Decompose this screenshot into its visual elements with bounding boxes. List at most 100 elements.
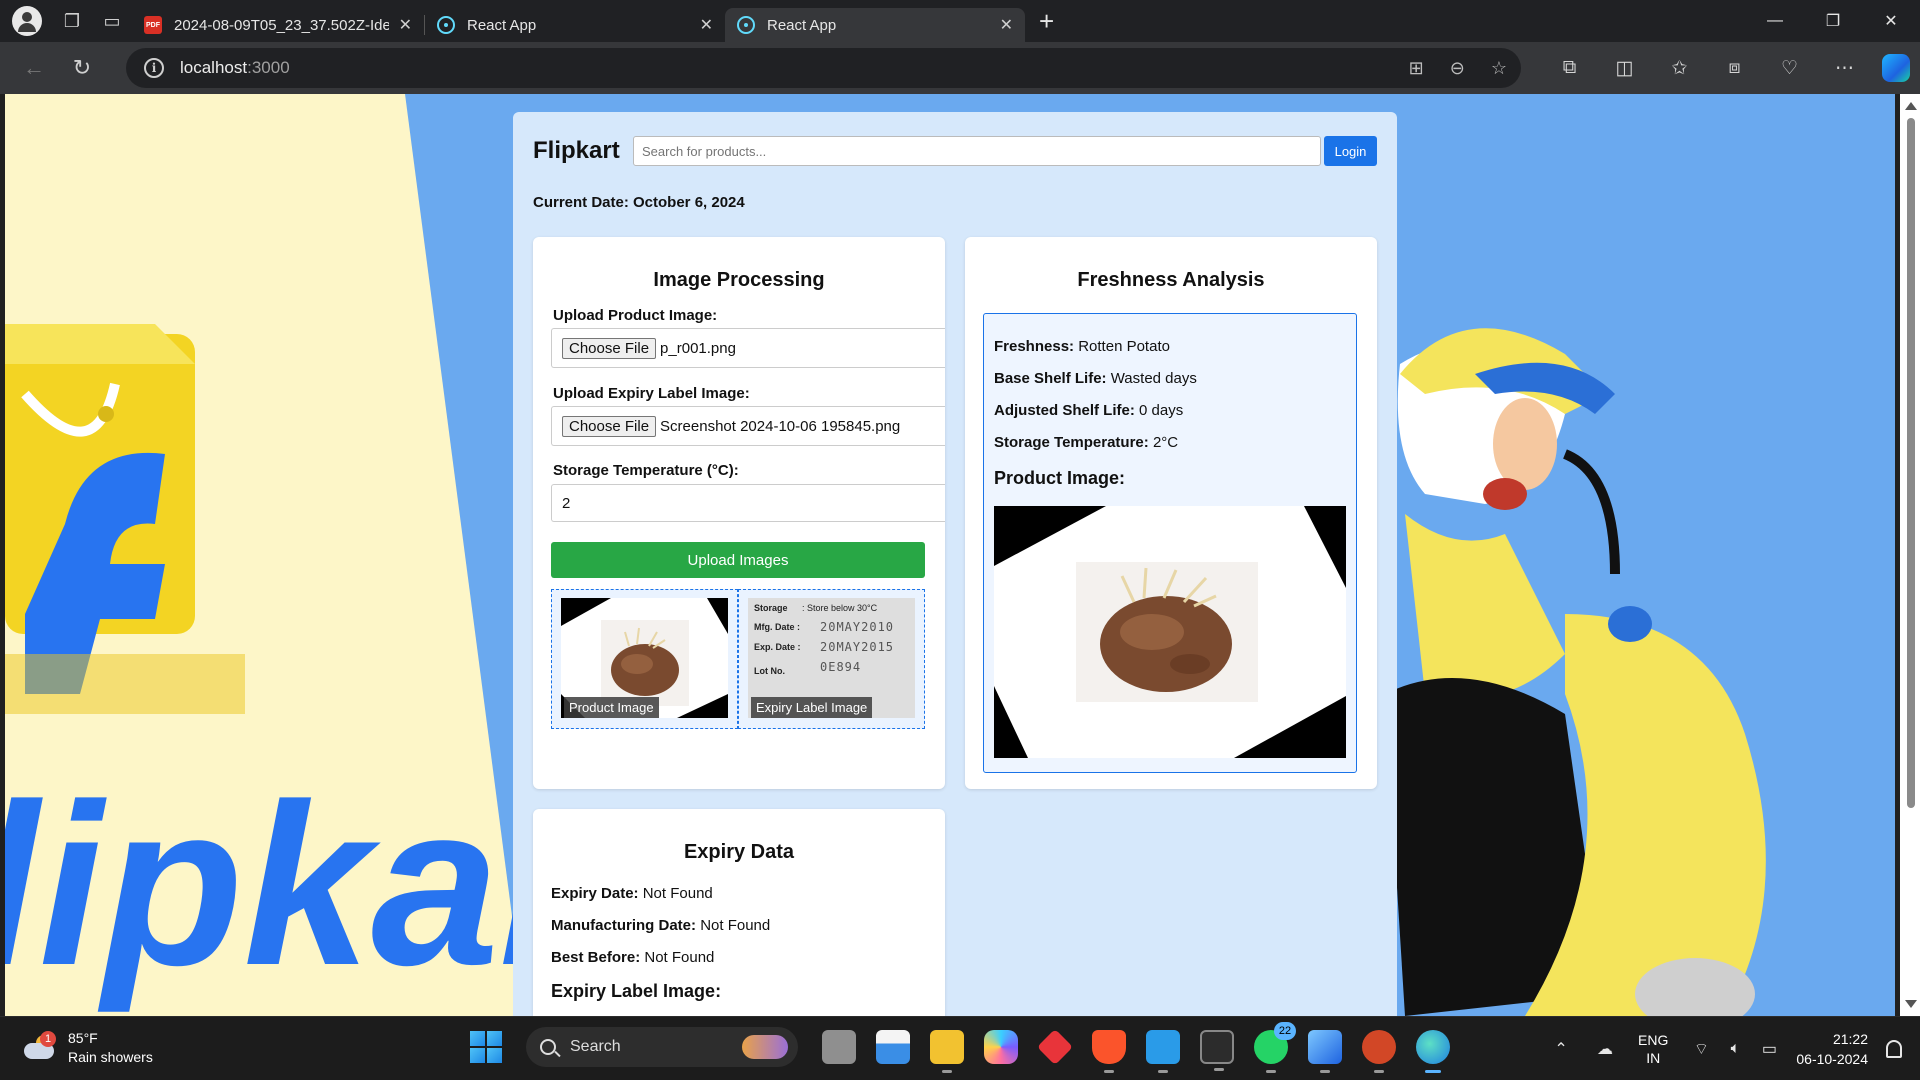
choose-file-button[interactable]: Choose File	[562, 415, 657, 437]
microsoft-store-icon[interactable]	[876, 1030, 910, 1064]
expiry-file-input[interactable]: Choose File Screenshot 2024-10-06 195845…	[551, 406, 945, 446]
clock[interactable]: 21:22 06-10-2024	[1796, 1029, 1868, 1069]
minimize-icon[interactable]: —	[1746, 0, 1804, 42]
freshness-row: Freshness: Rotten Potato	[994, 338, 1170, 355]
omnibox-actions: ⊞ ⊖ ☆	[1409, 48, 1507, 88]
powerpoint-icon[interactable]	[1362, 1030, 1396, 1073]
volume-icon[interactable]: 🔈︎	[1718, 1040, 1752, 1058]
scroll-up-icon[interactable]	[1905, 102, 1917, 110]
zoom-icon[interactable]: ⊖	[1450, 58, 1465, 79]
git-app-icon[interactable]	[1036, 1028, 1074, 1066]
label-lot-value: 0E894	[820, 660, 862, 674]
tab-react-app[interactable]: React App ✕	[425, 8, 725, 42]
freshness-result-box: Freshness: Rotten Potato Base Shelf Life…	[983, 313, 1357, 773]
best-before-value: Not Found	[644, 949, 715, 966]
label-mfg: Mfg. Date :	[754, 622, 800, 632]
workspaces-icon[interactable]: ❐	[52, 0, 92, 42]
app-container: Flipkart Login Current Date: October 6, …	[513, 112, 1397, 1016]
photos-icon[interactable]	[1308, 1030, 1342, 1073]
storage-temperature-key: Storage Temperature:	[994, 434, 1149, 451]
split-screen-icon[interactable]: ◫	[1597, 57, 1652, 80]
task-view-icon[interactable]	[822, 1030, 856, 1064]
close-icon[interactable]: ✕	[1000, 15, 1013, 35]
search-input[interactable]	[633, 136, 1321, 166]
scroll-down-icon[interactable]	[1905, 1000, 1917, 1008]
weather-temp: 85°F	[68, 1030, 98, 1046]
taskbar-apps: Search 22	[470, 1022, 1460, 1073]
show-hidden-icons[interactable]: ⌃	[1544, 1039, 1578, 1059]
close-window-icon[interactable]: ✕	[1862, 0, 1920, 42]
expiry-file-name: Screenshot 2024-10-06 195845.png	[660, 417, 901, 435]
url-text[interactable]: localhost:3000	[180, 58, 290, 78]
weather-desc: Rain showers	[68, 1049, 153, 1065]
storage-temp-label: Storage Temperature (°C):	[553, 462, 739, 479]
app-header: Flipkart Login	[533, 134, 1377, 168]
whatsapp-badge: 22	[1274, 1022, 1296, 1040]
expiry-date-value: Not Found	[642, 885, 713, 902]
restore-icon[interactable]: ❐	[1804, 0, 1862, 42]
new-tab-button[interactable]: +	[1039, 6, 1054, 37]
adjusted-shelf-life-value: 0 days	[1139, 402, 1184, 419]
system-tray: ⌃ ☁ ENG IN ⌔ 🔈︎ ▭ 21:22 06-10-2024	[1544, 1017, 1920, 1080]
more-icon[interactable]: ⋯	[1817, 57, 1872, 80]
wifi-icon[interactable]: ⌔	[1684, 1039, 1718, 1059]
extensions-icon[interactable]: ⧉	[1542, 57, 1597, 79]
battery-icon[interactable]: ▭	[1752, 1039, 1786, 1059]
expiry-thumbnail[interactable]: Storage : Store below 30°C Mfg. Date : 2…	[738, 589, 925, 729]
clock-date: 06-10-2024	[1796, 1051, 1868, 1067]
brave-icon[interactable]	[1092, 1030, 1126, 1073]
manufacturing-date-row: Manufacturing Date: Not Found	[551, 917, 770, 934]
profile-icon[interactable]	[12, 6, 42, 36]
page-scrollbar[interactable]	[1900, 94, 1920, 1016]
tab-react-app-active[interactable]: React App ✕	[725, 8, 1025, 42]
close-icon[interactable]: ✕	[700, 15, 713, 35]
collections-icon[interactable]: ⧈	[1707, 57, 1762, 79]
language-indicator[interactable]: ENG IN	[1638, 1031, 1668, 1067]
copilot-app-icon[interactable]	[984, 1030, 1018, 1064]
favorites-icon[interactable]: ✩	[1652, 57, 1707, 80]
search-highlight-icon	[742, 1035, 788, 1059]
search-icon	[540, 1039, 556, 1055]
current-date: Current Date: October 6, 2024	[533, 194, 745, 211]
copilot-icon[interactable]	[1882, 54, 1910, 82]
scroll-thumb[interactable]	[1907, 118, 1915, 808]
brand-logo[interactable]: Flipkart	[533, 137, 633, 165]
product-image	[994, 506, 1346, 758]
product-file-input[interactable]: Choose File p_r001.png	[551, 328, 945, 368]
product-thumbnail[interactable]: Product Image	[551, 589, 738, 729]
login-button[interactable]: Login	[1324, 136, 1377, 166]
base-shelf-life-value: Wasted days	[1110, 370, 1197, 387]
onedrive-icon[interactable]: ☁	[1588, 1039, 1622, 1059]
close-icon[interactable]: ✕	[399, 15, 412, 35]
url-host: localhost	[180, 58, 248, 77]
expiry-image-label: Upload Expiry Label Image:	[553, 385, 750, 402]
lang-line2: IN	[1646, 1050, 1661, 1066]
favorite-star-icon[interactable]: ☆	[1491, 58, 1507, 79]
tab-pdf[interactable]: PDF 2024-08-09T05_23_37.502Z-Idea ✕	[132, 8, 424, 42]
browser-tab-bar: ❐ ▭ PDF 2024-08-09T05_23_37.502Z-Idea ✕ …	[0, 0, 1920, 42]
expiry-date-key: Expiry Date:	[551, 885, 639, 902]
site-info-icon[interactable]: i	[144, 58, 164, 78]
file-explorer-icon[interactable]	[930, 1030, 964, 1073]
weather-widget[interactable]: 1 85°F Rain showers	[22, 1029, 153, 1067]
storage-temp-input[interactable]	[551, 484, 945, 522]
notification-bell-icon[interactable]	[1886, 1040, 1902, 1058]
reload-icon[interactable]: ↻	[58, 55, 106, 81]
adjusted-shelf-life-row: Adjusted Shelf Life: 0 days	[994, 402, 1183, 419]
address-bar[interactable]: i localhost:3000 ⊞ ⊖ ☆	[126, 48, 1521, 88]
back-icon[interactable]: ←	[10, 55, 58, 81]
freshness-analysis-title: Freshness Analysis	[1077, 269, 1265, 291]
window-controls: — ❐ ✕	[1746, 0, 1920, 42]
windows-start-icon[interactable]	[470, 1031, 502, 1063]
vertical-tabs-icon[interactable]: ▭	[92, 0, 132, 42]
taskbar-search[interactable]: Search	[526, 1027, 798, 1067]
choose-file-button[interactable]: Choose File	[562, 337, 657, 359]
vscode-icon[interactable]	[1146, 1030, 1180, 1073]
terminal-icon[interactable]	[1200, 1030, 1234, 1071]
lang-line1: ENG	[1638, 1032, 1669, 1048]
apps-icon[interactable]: ⊞	[1409, 58, 1424, 79]
upload-images-button[interactable]: Upload Images	[551, 542, 925, 578]
performance-icon[interactable]: ♡	[1762, 57, 1817, 80]
whatsapp-icon[interactable]: 22	[1254, 1022, 1296, 1073]
edge-icon[interactable]	[1416, 1030, 1450, 1073]
